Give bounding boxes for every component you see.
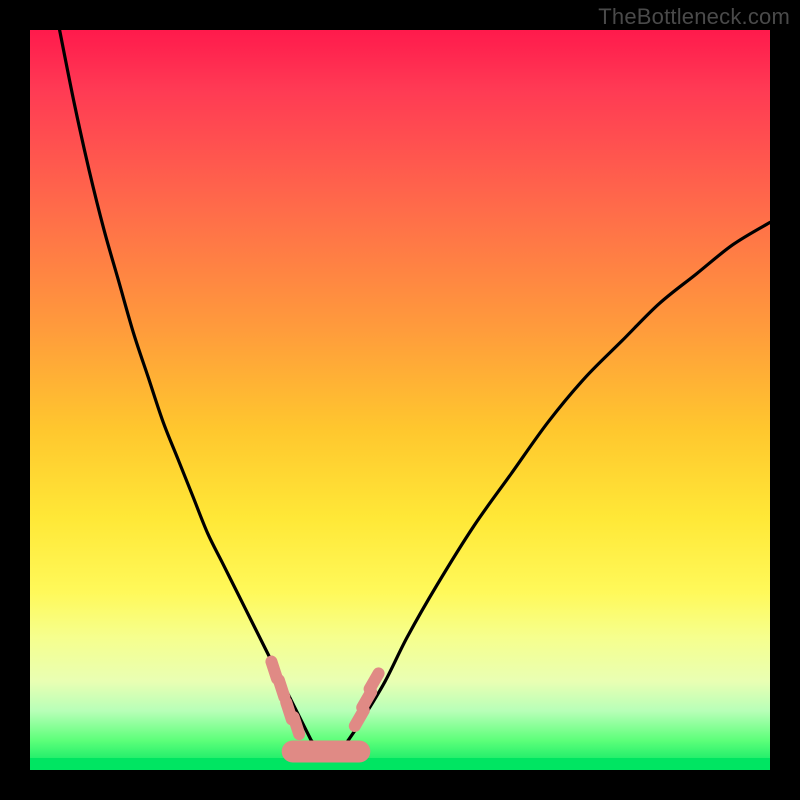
curve-svg — [30, 30, 770, 770]
wall-marker — [294, 717, 300, 734]
outer-frame: TheBottleneck.com — [0, 0, 800, 800]
wall-marker — [279, 680, 285, 697]
watermark-text: TheBottleneck.com — [598, 4, 790, 30]
wall-marker — [370, 673, 379, 689]
plot-area — [30, 30, 770, 770]
curve-left-branch — [60, 30, 312, 740]
curve-right-branch — [348, 222, 770, 740]
